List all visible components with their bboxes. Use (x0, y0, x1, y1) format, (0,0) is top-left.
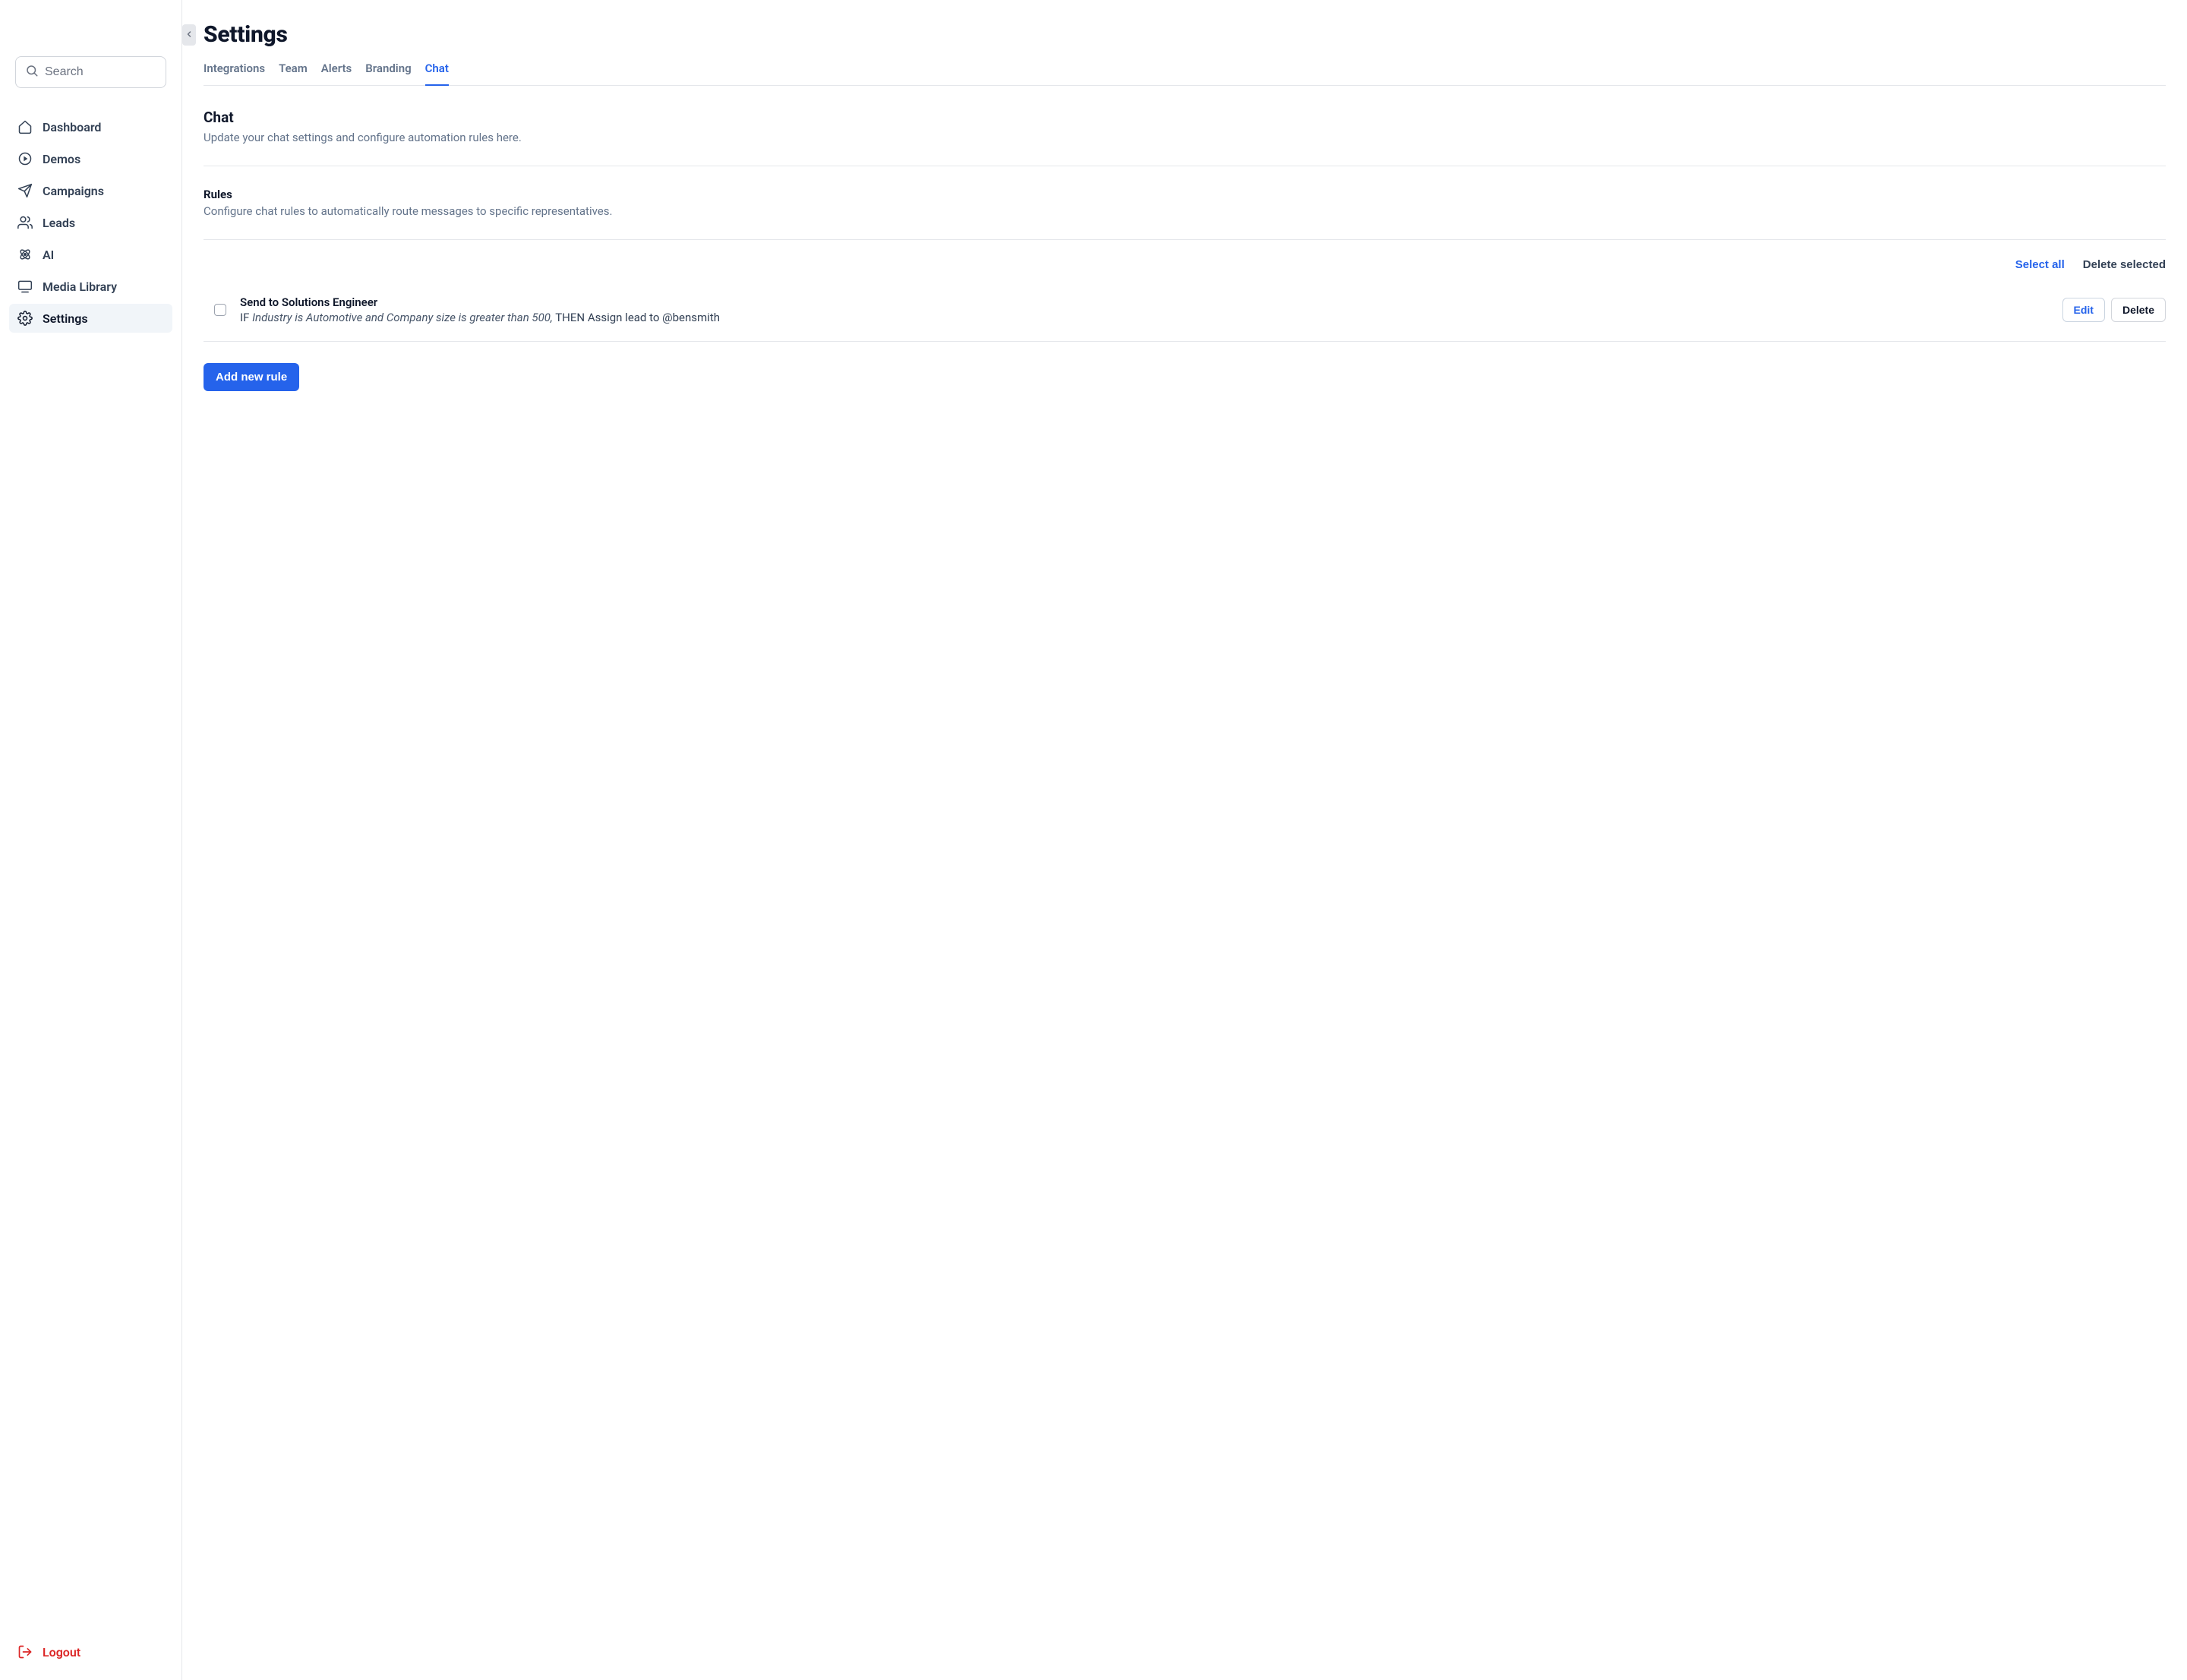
sidebar-item-campaigns[interactable]: Campaigns (9, 176, 172, 205)
rules-description: Configure chat rules to automatically ro… (204, 204, 2166, 218)
edit-rule-button[interactable]: Edit (2062, 298, 2105, 322)
search-input[interactable] (45, 65, 156, 79)
select-all-button[interactable]: Select all (2015, 258, 2065, 271)
chevron-left-icon (185, 28, 194, 42)
logout-label: Logout (43, 1645, 80, 1659)
rules-toolbar: Select all Delete selected (204, 240, 2166, 285)
tab-branding[interactable]: Branding (365, 62, 411, 85)
sidebar-item-label: Campaigns (43, 184, 104, 198)
monitor-icon (17, 278, 33, 295)
rule-description: IF Industry is Automotive and Company si… (240, 311, 2049, 324)
sidebar-item-label: Media Library (43, 279, 117, 294)
tab-integrations[interactable]: Integrations (204, 62, 265, 85)
page-title: Settings (204, 21, 288, 48)
sidebar-item-media-library[interactable]: Media Library (9, 272, 172, 301)
home-icon (17, 118, 33, 135)
tab-chat[interactable]: Chat (425, 62, 449, 85)
tabs: Integrations Team Alerts Branding Chat (204, 62, 2166, 86)
sidebar-spacer (9, 333, 172, 1637)
delete-selected-button[interactable]: Delete selected (2083, 258, 2166, 271)
delete-rule-button[interactable]: Delete (2111, 298, 2166, 322)
rule-action: Assign lead to @bensmith (588, 311, 720, 324)
rule-text: Send to Solutions Engineer IF Industry i… (240, 295, 2049, 324)
search-field[interactable] (15, 56, 166, 88)
sidebar-item-demos[interactable]: Demos (9, 144, 172, 173)
rule-if-label: IF (240, 311, 252, 324)
play-circle-icon (17, 150, 33, 167)
back-button[interactable] (182, 24, 196, 46)
add-rule-button[interactable]: Add new rule (204, 363, 299, 391)
gear-icon (17, 310, 33, 327)
main-content: Settings Integrations Team Alerts Brandi… (182, 0, 2187, 1680)
send-icon (17, 182, 33, 199)
sidebar-item-label: Leads (43, 216, 75, 230)
rule-row: Send to Solutions Engineer IF Industry i… (204, 285, 2166, 342)
sidebar-item-label: Demos (43, 152, 80, 166)
sidebar-item-label: AI (43, 248, 54, 262)
sidebar-nav: Dashboard Demos Campaigns Leads (9, 112, 172, 333)
sidebar-item-label: Settings (43, 311, 88, 326)
search-icon (25, 64, 39, 81)
atom-icon (17, 246, 33, 263)
rule-actions: Edit Delete (2062, 298, 2166, 322)
sidebar-item-ai[interactable]: AI (9, 240, 172, 269)
search-container (9, 56, 172, 102)
logout-icon (17, 1644, 33, 1660)
section-description: Update your chat settings and configure … (204, 131, 2166, 144)
sidebar-item-leads[interactable]: Leads (9, 208, 172, 237)
tab-alerts[interactable]: Alerts (321, 62, 352, 85)
header: Settings (182, 21, 2166, 48)
rule-then-label: THEN (553, 311, 588, 324)
section-title: Chat (204, 109, 2166, 126)
sidebar-item-dashboard[interactable]: Dashboard (9, 112, 172, 141)
tab-team[interactable]: Team (279, 62, 308, 85)
rule-title: Send to Solutions Engineer (240, 295, 2049, 309)
rule-condition: Industry is Automotive and Company size … (252, 311, 553, 324)
sidebar-item-settings[interactable]: Settings (9, 304, 172, 333)
app-root: Dashboard Demos Campaigns Leads (0, 0, 2187, 1680)
sidebar-item-label: Dashboard (43, 120, 101, 134)
sidebar: Dashboard Demos Campaigns Leads (0, 0, 182, 1680)
content-area: Integrations Team Alerts Branding Chat C… (182, 62, 2166, 391)
rules-heading: Rules (204, 188, 2166, 201)
logout-button[interactable]: Logout (9, 1637, 172, 1666)
users-icon (17, 214, 33, 231)
rule-checkbox[interactable] (214, 304, 226, 316)
